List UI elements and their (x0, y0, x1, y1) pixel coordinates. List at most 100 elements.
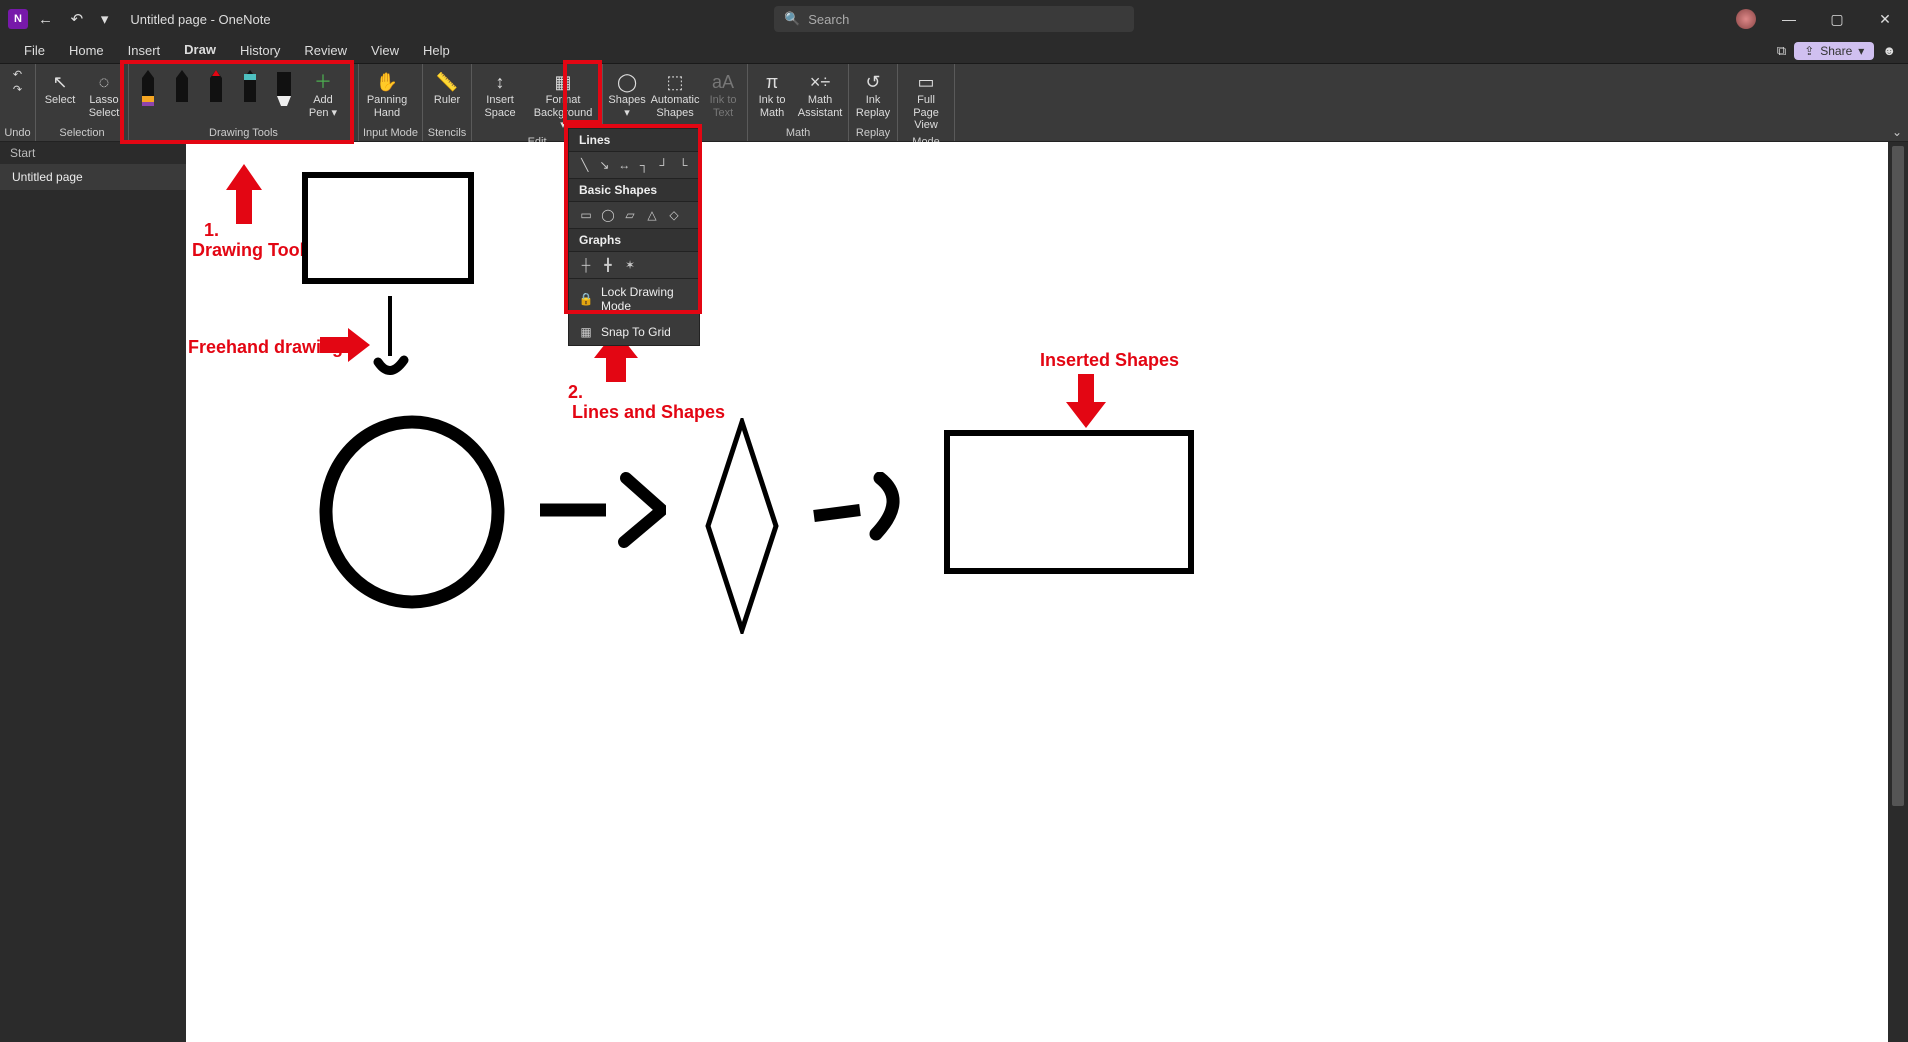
undo-icon[interactable]: ↶ (71, 11, 84, 28)
mode-group: ▭ Full Page View Mode (898, 64, 955, 141)
avatar[interactable] (1736, 9, 1756, 29)
pen-black[interactable] (167, 68, 197, 108)
automatic-shapes-button[interactable]: ⬚ Automatic Shapes (651, 68, 699, 121)
window-title: Untitled page - OneNote (130, 12, 270, 27)
open-in-new-icon[interactable]: ⧉ (1777, 43, 1786, 59)
red-arrow-down (1066, 374, 1106, 428)
panning-hand-label: Panning Hand (365, 94, 409, 119)
ink-to-text-icon: aA (712, 70, 734, 94)
pi-icon: π (766, 70, 778, 94)
full-page-icon: ▭ (918, 70, 935, 94)
section-header[interactable]: Start (0, 142, 186, 164)
full-page-view-button[interactable]: ▭ Full Page View (902, 68, 950, 134)
minimize-button[interactable]: — (1774, 11, 1804, 27)
share-button[interactable]: ⇪ Share ▾ (1794, 42, 1874, 60)
menubar: File Home Insert Draw History Review Vie… (0, 38, 1908, 64)
lines-row: ╲ ↘ ↔ ┐ ┘ └ (569, 152, 699, 179)
graph-3d-icon[interactable]: ✶ (623, 258, 637, 272)
parallelogram-icon[interactable]: ▱ (623, 208, 637, 222)
ribbon: ↶ ↷ Undo ↖ Select ◌ Lasso Select Selecti… (0, 64, 1908, 142)
qat-dropdown-icon[interactable]: ▾ (101, 11, 109, 28)
select-button[interactable]: ↖ Select (40, 68, 80, 109)
menu-insert[interactable]: Insert (116, 40, 173, 61)
menu-draw[interactable]: Draw (172, 39, 228, 62)
lasso-select-button[interactable]: ◌ Lasso Select (84, 68, 124, 121)
highlighter[interactable] (269, 68, 299, 108)
close-button[interactable]: ✕ (1870, 11, 1900, 28)
stencils-label: Stencils (427, 125, 467, 139)
feedback-icon[interactable]: ☻ (1882, 43, 1896, 58)
ink-to-math-button[interactable]: π Ink to Math (752, 68, 792, 121)
diamond-shape (702, 418, 782, 634)
selection-group-label: Selection (40, 125, 124, 139)
shapes-label: Shapes ▾ (608, 94, 645, 119)
pen-yellow[interactable] (133, 68, 163, 108)
canvas[interactable]: 1. Drawing Tools Freehand drawing 2. Lin… (186, 142, 1888, 1042)
menu-history[interactable]: History (228, 40, 292, 61)
math-assistant-button[interactable]: ×÷ Math Assistant (796, 68, 844, 121)
ruler-button[interactable]: 📏 Ruler (427, 68, 467, 109)
vertical-scrollbar[interactable] (1888, 142, 1908, 1042)
insert-space-icon: ↕ (496, 70, 505, 94)
arrow-line-icon[interactable]: ↘ (599, 158, 611, 172)
red-arrow-up-1 (226, 164, 262, 224)
menu-view[interactable]: View (359, 40, 411, 61)
math-assistant-icon: ×÷ (810, 70, 830, 94)
diamond-icon[interactable]: ◇ (667, 208, 681, 222)
panning-hand-button[interactable]: ✋ Panning Hand (363, 68, 411, 121)
basic-shapes-header: Basic Shapes (569, 179, 699, 202)
menu-help[interactable]: Help (411, 40, 462, 61)
pen-red[interactable] (201, 68, 231, 108)
oval-icon[interactable]: ◯ (601, 208, 615, 222)
ink-to-text-label: Ink to Text (705, 94, 741, 119)
graph-xy-icon[interactable]: ┼ (579, 258, 593, 272)
snap-to-grid-option[interactable]: ▦ Snap To Grid (569, 319, 699, 345)
ribbon-expand-chevron[interactable]: ⌄ (1892, 125, 1902, 139)
insert-space-button[interactable]: ↕ Insert Space (476, 68, 524, 121)
undo-group: ↶ ↷ Undo (0, 64, 36, 141)
drawing-tools-group: ＋ Add Pen ▾ Drawing Tools (129, 64, 359, 141)
nav-icons: ← ↶ ▾ (38, 10, 122, 28)
search-box[interactable]: 🔍 Search (774, 6, 1134, 32)
menu-review[interactable]: Review (292, 40, 359, 61)
ink-replay-label: Ink Replay (855, 94, 891, 119)
pen-teal[interactable] (235, 68, 265, 108)
menu-file[interactable]: File (12, 40, 57, 61)
elbow3-icon[interactable]: └ (677, 158, 689, 172)
page-item[interactable]: Untitled page (0, 164, 186, 190)
freehand-arrow-1 (536, 468, 666, 548)
freehand-arrow-2 (808, 472, 908, 542)
undo-group-label: Undo (4, 125, 31, 139)
graph-2d-icon[interactable]: ╋ (601, 258, 615, 272)
scrollbar-thumb[interactable] (1892, 146, 1904, 806)
graphs-row: ┼ ╋ ✶ (569, 252, 699, 279)
ruler-icon: 📏 (436, 70, 458, 94)
elbow2-icon[interactable]: ┘ (658, 158, 670, 172)
anno-1-num: 1. (204, 220, 219, 241)
auto-shapes-icon: ⬚ (667, 70, 684, 94)
double-arrow-icon[interactable]: ↔ (618, 158, 630, 172)
stencils-group: 📏 Ruler Stencils (423, 64, 472, 141)
rect-icon[interactable]: ▭ (579, 208, 593, 222)
lock-drawing-mode-option[interactable]: 🔒 Lock Drawing Mode (569, 279, 699, 319)
back-icon[interactable]: ← (38, 11, 53, 28)
line-icon[interactable]: ╲ (579, 158, 591, 172)
anno-1-label: Drawing Tools (192, 240, 315, 261)
redo-button[interactable]: ↷ (13, 83, 22, 96)
format-background-button[interactable]: ▦ Format Background ▾ (528, 68, 598, 134)
auto-shapes-label: Automatic Shapes (651, 94, 700, 119)
add-pen-button[interactable]: ＋ Add Pen ▾ (303, 68, 343, 121)
menu-home[interactable]: Home (57, 40, 116, 61)
shapes-button[interactable]: ◯ Shapes ▾ (607, 68, 647, 121)
app-icon: N (8, 9, 28, 29)
ruler-label: Ruler (434, 94, 460, 107)
hand-icon: ✋ (376, 70, 398, 94)
plus-icon: ＋ (314, 70, 332, 94)
full-page-label: Full Page View (904, 94, 948, 132)
triangle-icon[interactable]: △ (645, 208, 659, 222)
ink-replay-button[interactable]: ↺ Ink Replay (853, 68, 893, 121)
undo-button[interactable]: ↶ (13, 68, 22, 81)
maximize-button[interactable]: ▢ (1822, 11, 1852, 28)
elbow-icon[interactable]: ┐ (638, 158, 650, 172)
inserted-rectangle-1 (302, 172, 474, 284)
